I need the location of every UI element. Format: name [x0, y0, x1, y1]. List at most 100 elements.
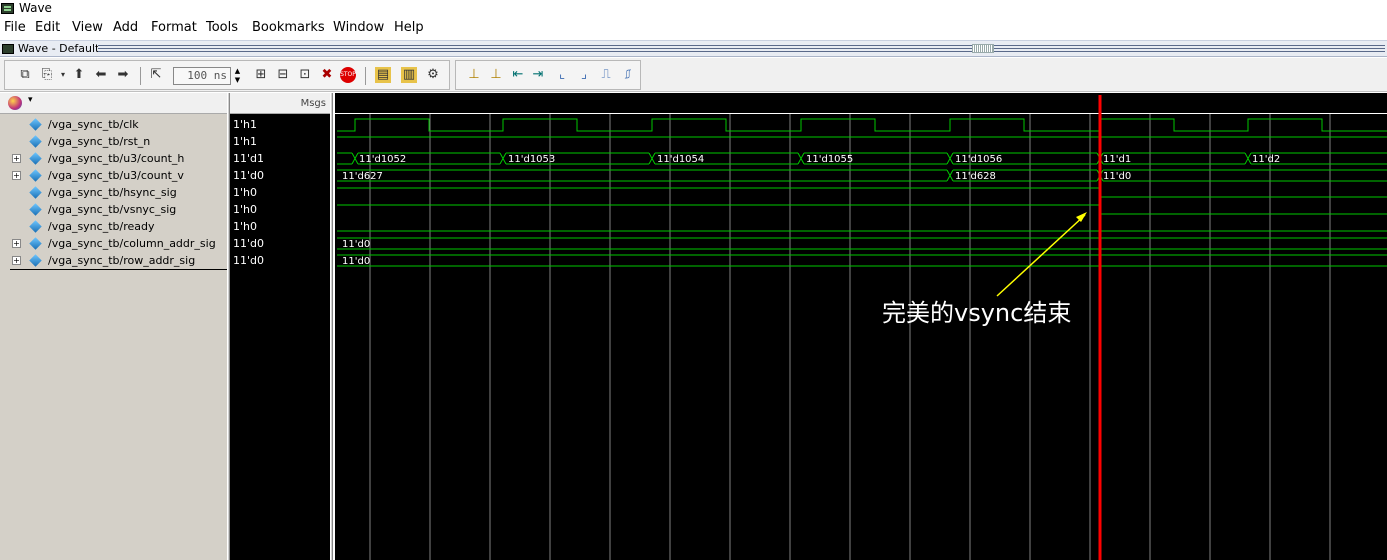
annotation-arrowhead: [1076, 212, 1087, 222]
signal-value: 1'h0: [233, 203, 257, 216]
wave-window: { "window": {"title": "Wave"}, "menu": […: [0, 0, 1387, 560]
signal-row[interactable]: + /vga_sync_tb/u3/count_v: [0, 167, 229, 184]
menu-file[interactable]: File: [4, 18, 26, 38]
menu-bar: File Edit View Add Format Tools Bookmark…: [0, 18, 1387, 38]
next-transition-icon[interactable]: ⇥: [530, 67, 546, 83]
signal-diamond-icon: [29, 237, 42, 250]
signal-row[interactable]: + /vga_sync_tb/row_addr_sig: [0, 252, 229, 269]
signal-palette-icon[interactable]: [8, 96, 22, 110]
signal-names-pane: ▾ /vga_sync_tb/clk/vga_sync_tb/rst_n + /vg…: [0, 93, 326, 560]
panel-icon: [2, 44, 14, 54]
rise-edge-icon[interactable]: ⎎: [620, 67, 636, 83]
sync-waveform: [337, 204, 1387, 215]
time-step-field[interactable]: 100 ns: [173, 67, 231, 85]
run-icon[interactable]: ▤: [375, 67, 391, 83]
chevron-down-icon[interactable]: ▾: [55, 67, 71, 83]
values-splitter[interactable]: [330, 93, 333, 560]
count-h-label: 11'd1: [1103, 154, 1131, 165]
menu-add[interactable]: Add: [113, 18, 138, 38]
continue-icon[interactable]: ▥: [401, 67, 417, 83]
count-h-label: 11'd1054: [657, 154, 704, 165]
find-edge-down-icon[interactable]: ⊥: [488, 67, 504, 83]
addr-label: 11'd0: [342, 239, 370, 250]
zoom-out-icon[interactable]: ⊟: [275, 67, 291, 83]
signal-name: /vga_sync_tb/clk: [48, 118, 139, 131]
menu-format[interactable]: Format: [151, 18, 197, 38]
signal-diamond-icon: [29, 169, 42, 182]
expand-icon[interactable]: +: [12, 171, 21, 180]
count-v-label: 11'd628: [955, 171, 996, 182]
delete-cursor-icon[interactable]: ✖: [319, 67, 335, 83]
time-step-spinner[interactable]: ▲ ▼: [232, 67, 243, 85]
menu-help[interactable]: Help: [394, 18, 424, 38]
signal-row[interactable]: /vga_sync_tb/vsnyc_sig: [0, 201, 229, 218]
count-h-transition: [949, 152, 954, 165]
next-edge-icon[interactable]: ⌟: [576, 67, 592, 83]
expand-icon[interactable]: +: [12, 256, 21, 265]
toolbar: ⧉ ⎘ ▾ ⬆ ⬅ ➡ ⇱ 100 ns ▲ ▼ ⊞ ⊟ ⊡ ✖ STOP ▤ ▥…: [0, 58, 1387, 92]
menu-view[interactable]: View: [72, 18, 103, 38]
wave-snapshot-icon[interactable]: ⧉: [17, 67, 33, 83]
signal-name: /vga_sync_tb/row_addr_sig: [48, 254, 196, 267]
count-h-transition: [354, 152, 359, 165]
chevron-down-icon[interactable]: ▾: [28, 95, 33, 105]
expand-icon[interactable]: +: [12, 239, 21, 248]
signal-name: /vga_sync_tb/rst_n: [48, 135, 151, 148]
signal-row[interactable]: /vga_sync_tb/clk: [0, 116, 229, 133]
waveform-pane[interactable]: 11'd1052 11'd1053 11'd1054 11'd1055 11'd1056…: [335, 93, 1387, 560]
toolbar-separator: [140, 67, 141, 85]
prev-transition-icon[interactable]: ⇤: [510, 67, 526, 83]
signal-value: 11'd1: [233, 152, 265, 165]
count-h-label: 11'd1052: [359, 154, 406, 165]
count-h-transition: [502, 152, 507, 165]
signal-name: /vga_sync_tb/u3/count_v: [48, 169, 184, 182]
step-icon[interactable]: ⚙: [425, 67, 441, 83]
signal-diamond-icon: [29, 135, 42, 148]
arrow-left-icon[interactable]: ⬅: [93, 67, 109, 83]
prev-edge-icon[interactable]: ⌞: [554, 67, 570, 83]
panel-header: Wave - Default: [0, 40, 1387, 57]
names-header: ▾: [0, 93, 229, 114]
signal-values-pane: Msgs 1'h1 1'h1 11'd1 11'd0 1'h0 1'h0 1'h0 11'd0…: [230, 93, 331, 560]
signal-diamond-icon: [29, 203, 42, 216]
panel-title: Wave - Default: [18, 42, 100, 55]
toolbar-separator: [365, 67, 366, 85]
zoom-fit-icon[interactable]: ⇱: [148, 67, 164, 83]
stop-icon[interactable]: STOP: [340, 67, 356, 83]
signal-value: 11'd0: [233, 237, 265, 250]
title-bar: Wave: [0, 0, 1387, 17]
signal-name: /vga_sync_tb/ready: [48, 220, 155, 233]
count-v-label: 11'd627: [342, 171, 383, 182]
menu-tools[interactable]: Tools: [206, 18, 238, 38]
arrow-right-icon[interactable]: ➡: [115, 67, 131, 83]
count-h-label: 11'd2: [1252, 154, 1280, 165]
signal-diamond-icon: [29, 186, 42, 199]
signal-diamond-icon: [29, 254, 42, 267]
fall-edge-icon[interactable]: ⎍: [598, 67, 614, 83]
signal-row[interactable]: + /vga_sync_tb/u3/count_h: [0, 150, 229, 167]
window-title: Wave: [19, 1, 52, 15]
count-h-transition: [1247, 152, 1252, 165]
panel-grip[interactable]: [98, 45, 1385, 52]
count-h-transition: [800, 152, 805, 165]
signal-row[interactable]: /vga_sync_tb/rst_n: [0, 133, 229, 150]
zoom-range-icon[interactable]: ⊡: [297, 67, 313, 83]
menu-edit[interactable]: Edit: [35, 18, 60, 38]
zoom-in-icon[interactable]: ⊞: [253, 67, 269, 83]
signal-row[interactable]: + /vga_sync_tb/column_addr_sig: [0, 235, 229, 252]
count-h-label: 11'd1055: [806, 154, 853, 165]
count-h-label: 11'd1053: [508, 154, 555, 165]
signal-value: 1'h1: [233, 118, 257, 131]
menu-bookmarks[interactable]: Bookmarks: [252, 18, 325, 38]
menu-window[interactable]: Window: [333, 18, 384, 38]
signal-row[interactable]: /vga_sync_tb/hsync_sig: [0, 184, 229, 201]
signal-name: /vga_sync_tb/u3/count_h: [48, 152, 185, 165]
signal-name: /vga_sync_tb/column_addr_sig: [48, 237, 216, 250]
undock-handle[interactable]: [972, 44, 994, 53]
arrow-up-icon[interactable]: ⬆: [71, 67, 87, 83]
find-edge-up-icon[interactable]: ⊥: [466, 67, 482, 83]
signal-row[interactable]: /vga_sync_tb/ready: [0, 218, 229, 235]
expand-icon[interactable]: +: [12, 154, 21, 163]
copy-icon[interactable]: ⎘: [39, 67, 55, 83]
waveform-canvas[interactable]: 11'd1052 11'd1053 11'd1054 11'd1055 11'd1056…: [335, 93, 1387, 560]
